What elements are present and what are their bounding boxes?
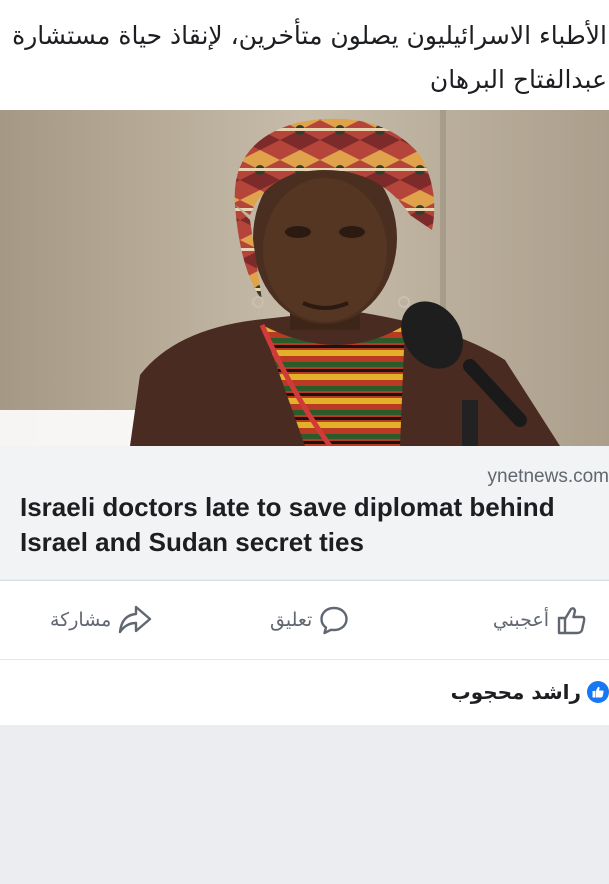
post-text-line-1: الأطباء الاسرائيليون يصلون متأخرين، لإنق… <box>12 21 607 50</box>
like-label: أعجبني <box>492 609 549 631</box>
link-preview-photo[interactable] <box>0 110 609 446</box>
link-domain: ynetnews.com <box>487 466 609 487</box>
comment-label: تعليق <box>270 609 313 631</box>
like-reaction-icon <box>587 681 609 703</box>
share-arrow-icon <box>117 604 153 636</box>
post-text: الأطباء الاسرائيليون يصلون متأخرين، لإنق… <box>0 0 609 110</box>
thumbs-up-icon <box>555 604 587 636</box>
like-button[interactable]: أعجبني <box>493 603 587 637</box>
comment-button[interactable]: تعليق <box>270 603 350 637</box>
link-preview-card[interactable]: ynetnews.com Israeli doctors late to sav… <box>0 446 609 579</box>
post-action-bar: أعجبني تعليق مشاركة <box>0 580 609 660</box>
speaker-photo <box>0 110 609 446</box>
post-text-line-2: عبدالفتاح البرهان <box>429 65 607 94</box>
share-button[interactable]: مشاركة <box>50 603 153 637</box>
comment-bubble-icon <box>318 604 350 636</box>
reactor[interactable]: راشد محجوب <box>451 680 609 704</box>
reactor-name[interactable]: راشد محجوب <box>451 680 581 704</box>
share-label: مشاركة <box>50 609 112 631</box>
link-headline[interactable]: Israeli doctors late to save diplomat be… <box>20 490 605 560</box>
reactions-row[interactable]: راشد محجوب <box>0 660 609 725</box>
